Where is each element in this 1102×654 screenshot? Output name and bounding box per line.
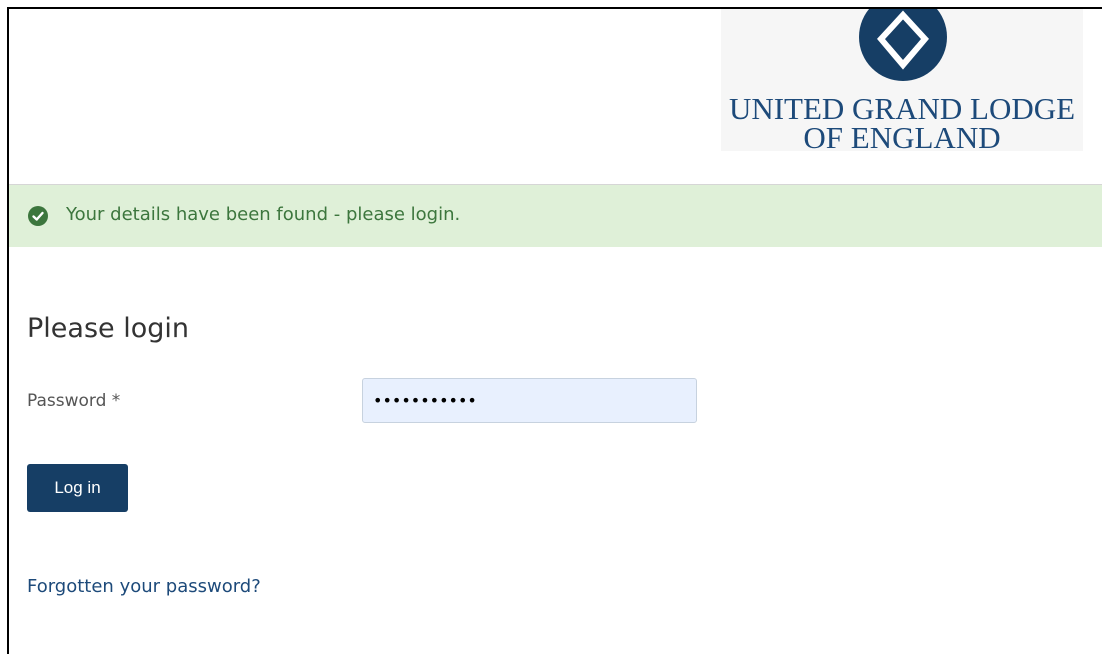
- password-label: Password *: [27, 391, 121, 411]
- login-button[interactable]: Log in: [27, 464, 128, 512]
- square-and-compasses-emblem-icon: [859, 9, 947, 81]
- check-circle-icon: [28, 206, 48, 226]
- ugle-logo[interactable]: UNITED GRAND LODGE OF ENGLAND: [721, 9, 1083, 155]
- password-field[interactable]: [362, 378, 697, 423]
- alert-message: Your details have been found - please lo…: [66, 204, 461, 225]
- site-header: UNITED GRAND LODGE OF ENGLAND: [9, 9, 1102, 184]
- success-alert: Your details have been found - please lo…: [9, 185, 1102, 247]
- forgot-password-link[interactable]: Forgotten your password?: [27, 576, 261, 598]
- logo-text-line2: OF ENGLAND: [803, 120, 1001, 155]
- page-frame: UNITED GRAND LODGE OF ENGLAND Your detai…: [7, 7, 1102, 654]
- page-title: Please login: [27, 313, 189, 344]
